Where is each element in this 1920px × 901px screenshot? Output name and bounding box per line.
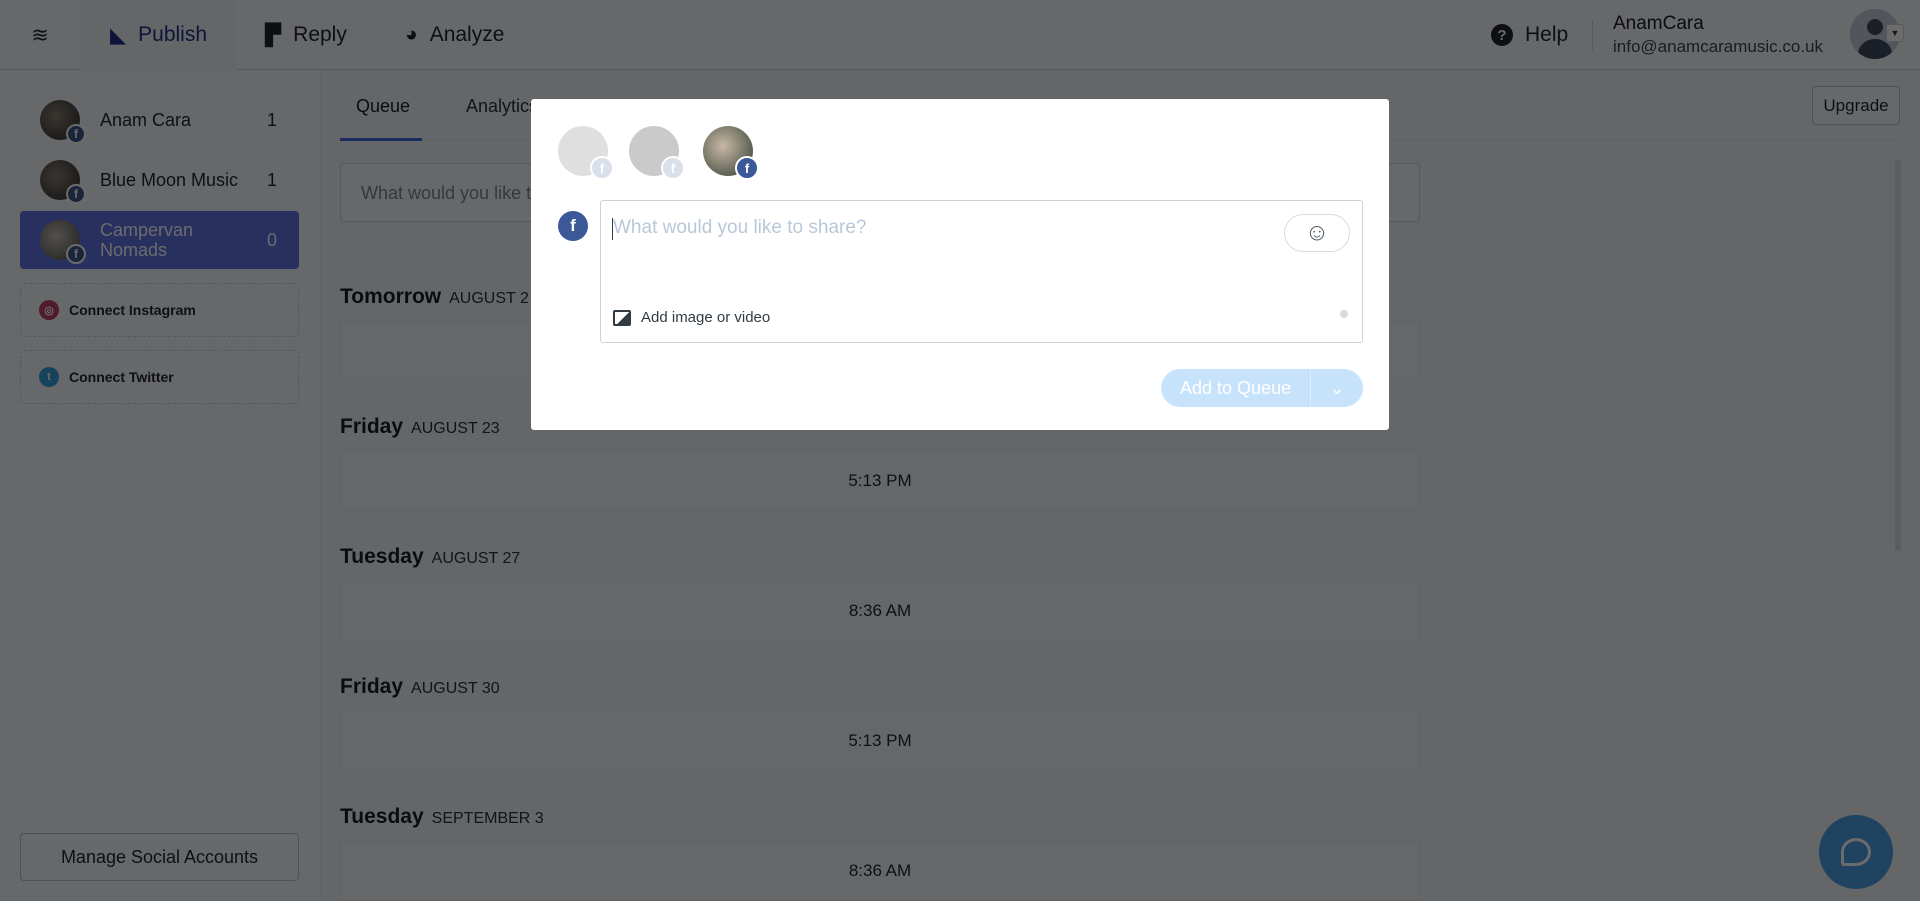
day-header: Tuesday SEPTEMBER 3 (340, 805, 544, 829)
user-name: AnamCara (1613, 13, 1704, 34)
help-icon: ? (1491, 24, 1513, 46)
chat-button[interactable] (1819, 815, 1893, 889)
facebook-icon: f (735, 156, 759, 180)
compose-modal: f f f f What would you like to share? ☺ … (531, 99, 1389, 430)
emoji-button[interactable]: ☺ (1284, 214, 1350, 252)
day-date: AUGUST 2 (449, 290, 529, 307)
smiley-icon: ☺ (1304, 219, 1330, 246)
facebook-icon: f (590, 156, 614, 180)
top-nav: ≋ ◣ Publish ▛ Reply ◕ Analyze ? Help AnamCar… (0, 0, 1920, 70)
account-campervan-nomads[interactable]: f Campervan Nomads 0 (20, 211, 299, 269)
day-header: Tomorrow AUGUST 2 (340, 285, 529, 309)
reply-icon: ▛ (265, 23, 282, 47)
facebook-icon: f (66, 184, 86, 204)
facebook-icon: f (66, 124, 86, 144)
account-blue-moon-music[interactable]: f Blue Moon Music 1 (20, 151, 299, 209)
profile-anam-cara[interactable]: f (558, 126, 614, 180)
tab-analytics[interactable]: Analytics (466, 96, 538, 117)
account-avatar: f (40, 160, 86, 204)
queue-slot[interactable]: 8:36 AM (340, 580, 1420, 641)
post-placeholder: What would you like to share? (613, 217, 867, 238)
day-date: AUGUST 30 (411, 680, 500, 697)
scrollbar[interactable] (1895, 159, 1901, 551)
day-name: Tomorrow (340, 285, 442, 308)
sidebar: f Anam Cara 1 f Blue Moon Music 1 f Campervan… (0, 70, 321, 900)
day-name: Tuesday (340, 805, 424, 828)
day-name: Tuesday (340, 545, 424, 568)
day-header: Tuesday AUGUST 27 (340, 545, 520, 569)
nav-analyze[interactable]: ◕ Analyze (405, 0, 504, 70)
layers-icon: ≋ (31, 23, 49, 47)
tab-queue[interactable]: Queue (356, 96, 410, 117)
add-to-queue-button[interactable]: Add to Queue ⌄ (1161, 369, 1363, 407)
user-email: info@anamcaramusic.co.uk (1613, 37, 1824, 56)
day-date: SEPTEMBER 3 (431, 810, 544, 827)
nav-publish[interactable]: ◣ Publish (80, 0, 237, 70)
profile-campervan-nomads[interactable]: f (703, 126, 759, 180)
account-avatar: f (40, 220, 86, 264)
twitter-icon: t (39, 367, 59, 387)
day-date: AUGUST 27 (431, 550, 521, 567)
chevron-down-icon[interactable]: ▼ (1886, 24, 1904, 42)
active-tab-indicator (340, 138, 422, 141)
queue-slot[interactable]: 8:36 AM (340, 840, 1420, 901)
chevron-down-icon[interactable]: ⌄ (1311, 378, 1363, 399)
nav-reply[interactable]: ▛ Reply (265, 0, 347, 70)
pie-chart-icon: ◕ (405, 23, 418, 46)
layers-menu-button[interactable]: ≋ (0, 0, 80, 70)
account-anam-cara[interactable]: f Anam Cara 1 (20, 91, 299, 149)
day-date: AUGUST 23 (411, 420, 500, 437)
day-header: Friday AUGUST 30 (340, 675, 500, 699)
connect-instagram-button[interactable]: ◎ Connect Instagram (20, 283, 299, 337)
queue-slot[interactable]: 5:13 PM (340, 450, 1420, 511)
publish-icon: ◣ (110, 23, 127, 47)
day-name: Friday (340, 675, 404, 698)
post-textarea[interactable]: What would you like to share? ☺ Add imag… (600, 200, 1363, 343)
profile-blue-moon-music[interactable]: f (629, 126, 685, 180)
add-media-button[interactable]: Add image or video (613, 309, 770, 326)
facebook-icon: f (66, 244, 86, 264)
image-icon (613, 309, 631, 326)
queue-slot[interactable]: 5:13 PM (340, 710, 1420, 771)
help-link[interactable]: ? Help (1491, 0, 1568, 70)
upgrade-button[interactable]: Upgrade (1812, 86, 1900, 125)
facebook-icon: f (558, 211, 588, 241)
manage-social-accounts-button[interactable]: Manage Social Accounts (20, 833, 299, 881)
chat-icon (1841, 838, 1871, 866)
day-name: Friday (340, 415, 404, 438)
facebook-icon: f (661, 156, 685, 180)
account-avatar: f (40, 100, 86, 144)
day-header: Friday AUGUST 23 (340, 415, 500, 439)
instagram-icon: ◎ (39, 300, 59, 320)
connect-twitter-button[interactable]: t Connect Twitter (20, 350, 299, 404)
character-count-indicator (1340, 310, 1348, 318)
